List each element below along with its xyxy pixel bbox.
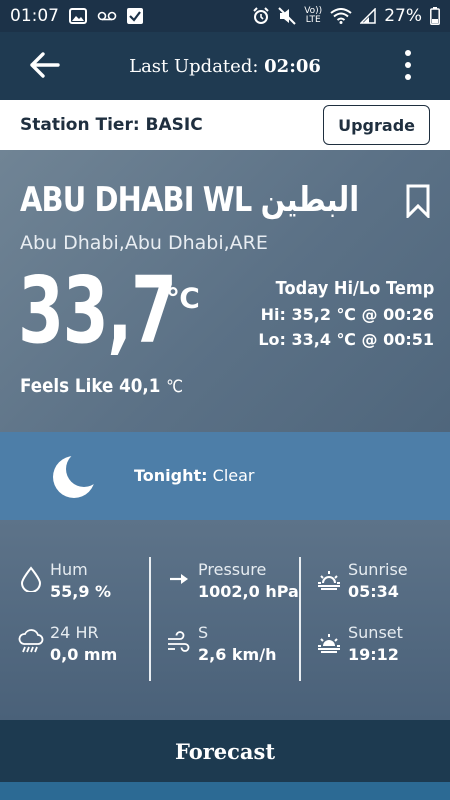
sunrise-cell: Sunrise 05:34 [316, 560, 408, 601]
divider [149, 557, 151, 681]
pressure-label: Pressure [198, 560, 267, 579]
last-updated-label: Last Updated: [129, 55, 259, 77]
lo-temp: Lo: 33,4 ℃ @ 00:51 [258, 330, 434, 349]
sunrise-time: 05:34 [348, 582, 399, 601]
wind-cell: S 2,6 km/h [166, 623, 276, 664]
moon-icon [53, 456, 95, 498]
divider [299, 557, 301, 681]
sunrise-icon [318, 571, 340, 590]
current-temperature: 33,7 [18, 257, 177, 364]
wind-speed: 2,6 km/h [198, 645, 277, 664]
hi-temp: Hi: 35,2 ℃ @ 00:26 [260, 305, 434, 324]
temperature-unit: ℃ [166, 282, 200, 315]
feels-like-value: Feels Like 40,1 [20, 375, 161, 397]
upgrade-button[interactable]: Upgrade [323, 105, 430, 145]
feels-like-unit: ℃ [166, 377, 184, 397]
last-updated: Last Updated: 02:06 [0, 56, 450, 77]
voicemail-icon [97, 11, 117, 21]
sunrise-label: Sunrise [348, 560, 408, 579]
checkbox-icon [127, 8, 143, 24]
wind-icon [168, 631, 190, 652]
station-name: ABU DHABI WL البطين [20, 180, 360, 220]
today-hi-lo: Today Hi/Lo Temp Hi: 35,2 ℃ @ 00:26 Lo: … [258, 278, 434, 349]
wind-direction: S [198, 623, 209, 642]
tonight-label: Tonight: [134, 466, 208, 485]
alarm-icon [253, 7, 269, 24]
humidity-cell: Hum 55,9 % [18, 560, 111, 601]
volte-bottom-text: LTE [305, 15, 321, 25]
sunset-time: 19:12 [348, 645, 399, 664]
feels-like: Feels Like 40,1 ℃ [20, 375, 183, 397]
forecast-label: Forecast [174, 738, 276, 764]
rain-cell: 24 HR 0,0 mm [18, 623, 117, 664]
app-bar: Last Updated: 02:06 [0, 32, 450, 100]
sunset-icon [318, 634, 340, 653]
back-arrow-icon[interactable] [28, 50, 62, 80]
sunset-label: Sunset [348, 623, 403, 642]
rain-label: 24 HR [50, 623, 99, 642]
wifi-icon [330, 8, 352, 24]
arrow-right-icon [170, 574, 188, 584]
humidity-value: 55,9 % [50, 582, 112, 601]
rain-value: 0,0 mm [50, 645, 118, 664]
hi-lo-title: Today Hi/Lo Temp [275, 278, 434, 299]
sunset-cell: Sunset 19:12 [316, 623, 403, 664]
tonight-band: Tonight: Clear [0, 432, 450, 520]
battery-icon [430, 7, 440, 25]
battery-percent: 27% [384, 6, 422, 26]
details-panel: Hum 55,9 % 24 HR 0,0 mm Pressure 1002,0 … [0, 520, 450, 720]
bookmark-icon[interactable] [406, 184, 430, 218]
humidity-label: Hum [50, 560, 88, 579]
mute-icon [278, 7, 296, 25]
pressure-cell: Pressure 1002,0 hPa [166, 560, 299, 601]
signal-icon [360, 8, 376, 24]
last-updated-time: 02:06 [264, 55, 321, 77]
tonight-condition: Clear [212, 466, 255, 485]
station-tier: Station Tier: BASIC [20, 115, 203, 135]
volte-icon: Vo)) LTE [304, 7, 322, 25]
status-bar: 01:07 Vo)) LTE 27% [0, 0, 450, 32]
pressure-value: 1002,0 hPa [198, 582, 299, 601]
status-time: 01:07 [10, 6, 59, 26]
water-drop-icon [20, 566, 42, 592]
forecast-button[interactable]: Forecast [0, 720, 450, 782]
image-icon [69, 8, 87, 24]
more-options-icon[interactable] [402, 50, 414, 80]
tonight-forecast: Tonight: Clear [134, 466, 254, 485]
station-location: Abu Dhabi,Abu Dhabi,ARE [20, 232, 268, 254]
tier-bar: Station Tier: BASIC Upgrade [0, 100, 450, 150]
current-conditions: ABU DHABI WL البطين Abu Dhabi,Abu Dhabi,… [0, 150, 450, 432]
bottom-strip [0, 782, 450, 800]
rain-cloud-icon [18, 629, 44, 653]
